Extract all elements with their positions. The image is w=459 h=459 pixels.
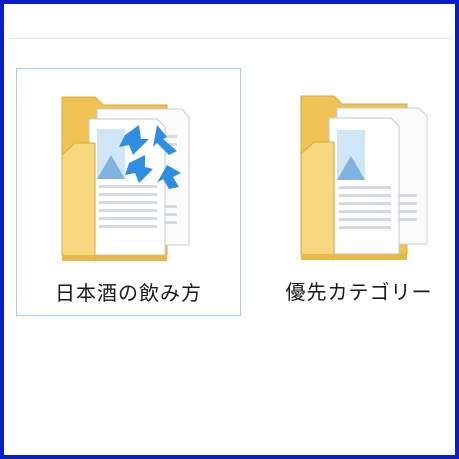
folder-with-documents-icon [61,96,190,262]
window-frame: 日本酒の飲み方 優先カテゴリー [0,0,459,459]
document-front [328,117,400,255]
folder-name-label: 日本酒の飲み方 [55,281,202,305]
folder-with-documents-icon [300,95,428,261]
folder-icon [259,84,459,274]
folder-item-nihonshu[interactable]: 日本酒の飲み方 [16,68,241,316]
folder-icon [17,85,240,275]
toolbar-divider [8,38,451,39]
folder-name-label: 優先カテゴリー [285,280,433,304]
folder-item-yusen-category[interactable]: 優先カテゴリー [259,68,459,316]
